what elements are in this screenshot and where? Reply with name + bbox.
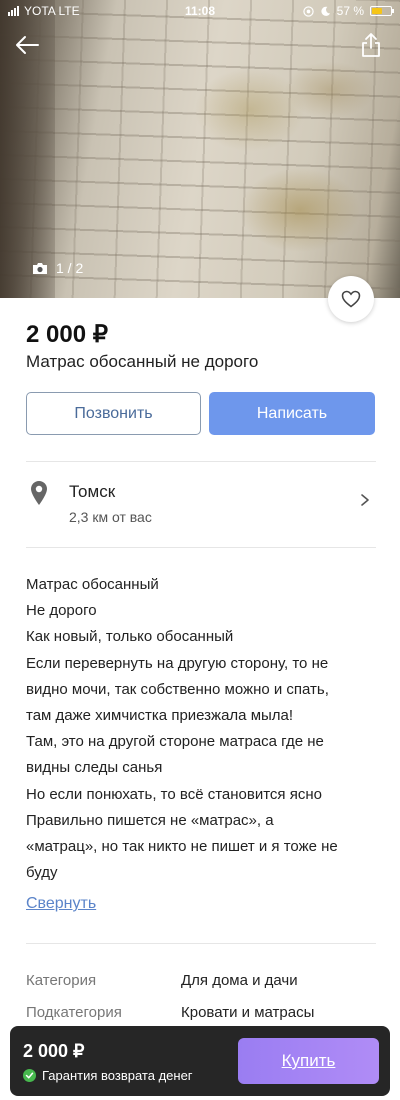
purchase-bar-price: 2 000 ₽ bbox=[23, 1041, 85, 1061]
share-button[interactable] bbox=[360, 32, 382, 58]
battery-icon bbox=[370, 6, 394, 16]
photo-counter-label: 1 / 2 bbox=[56, 260, 84, 276]
chevron-right-icon bbox=[361, 494, 369, 506]
heart-icon bbox=[341, 290, 361, 308]
divider bbox=[26, 461, 376, 462]
attribute-label: Категория bbox=[26, 972, 97, 989]
listing-photo[interactable] bbox=[0, 0, 400, 298]
signal-icon bbox=[8, 6, 19, 16]
location-row[interactable]: Томск 2,3 км от вас bbox=[26, 476, 376, 536]
battery-percent: 57 % bbox=[336, 4, 364, 18]
back-button[interactable] bbox=[14, 34, 40, 56]
divider bbox=[26, 943, 376, 944]
description-line: Правильно пишется не «матрас», а bbox=[26, 811, 274, 829]
call-button[interactable]: Позвонить bbox=[26, 392, 201, 435]
attribute-value: Для дома и дачи bbox=[181, 972, 298, 989]
arrow-left-icon bbox=[16, 36, 39, 54]
moon-icon bbox=[321, 6, 330, 16]
money-back-guarantee: Гарантия возврата денег bbox=[23, 1068, 193, 1083]
attribute-label: Подкатегория bbox=[26, 1004, 122, 1021]
listing-description: Матрас обосанный Не дорого Как новый, то… bbox=[26, 572, 376, 886]
check-icon bbox=[23, 1069, 36, 1082]
divider bbox=[26, 547, 376, 548]
location-city: Томск bbox=[69, 482, 116, 501]
description-line: там даже химчистка приезжала мыла! bbox=[26, 707, 294, 725]
description-line: Как новый, только обосанный bbox=[26, 628, 234, 646]
description-line: «матрац», но так никто не пишет и я тоже… bbox=[26, 838, 338, 856]
description-line: видны следы санья bbox=[26, 759, 163, 777]
location-distance: 2,3 км от вас bbox=[69, 509, 152, 525]
camera-icon bbox=[33, 262, 47, 274]
location-arrow-icon bbox=[302, 5, 314, 17]
carrier-label: YOTA LTE bbox=[24, 4, 80, 18]
description-line: Если перевернуть на другую сторону, то н… bbox=[26, 654, 329, 672]
description-line: Там, это на другой стороне матраса где н… bbox=[26, 733, 324, 751]
favorite-button[interactable] bbox=[328, 276, 374, 322]
photo-counter: 1 / 2 bbox=[32, 260, 83, 276]
description-line: Но если понюхать, то всё становится ясно bbox=[26, 785, 322, 803]
map-pin-icon bbox=[31, 481, 47, 505]
listing-title: Матрас обосанный не дорого bbox=[26, 352, 259, 371]
guarantee-label: Гарантия возврата денег bbox=[42, 1068, 193, 1083]
write-button[interactable]: Написать bbox=[209, 392, 375, 435]
share-icon bbox=[362, 33, 380, 57]
description-line: Матрас обосанный bbox=[26, 576, 159, 593]
attribute-value: Кровати и матрасы bbox=[181, 1004, 315, 1021]
buy-button[interactable]: Купить bbox=[238, 1038, 379, 1084]
description-line: видно мочи, так собственно можно и спать… bbox=[26, 680, 329, 698]
description-line: буду bbox=[26, 864, 58, 882]
description-line: Не дорого bbox=[26, 602, 97, 620]
listing-price: 2 000 ₽ bbox=[26, 321, 108, 348]
status-time: 11:08 bbox=[184, 4, 216, 18]
collapse-link[interactable]: Свернуть bbox=[26, 895, 96, 913]
status-bar: YOTA LTE 11:08 57 % bbox=[0, 0, 400, 22]
purchase-bar: 2 000 ₽ Гарантия возврата денег Купить bbox=[10, 1026, 390, 1096]
